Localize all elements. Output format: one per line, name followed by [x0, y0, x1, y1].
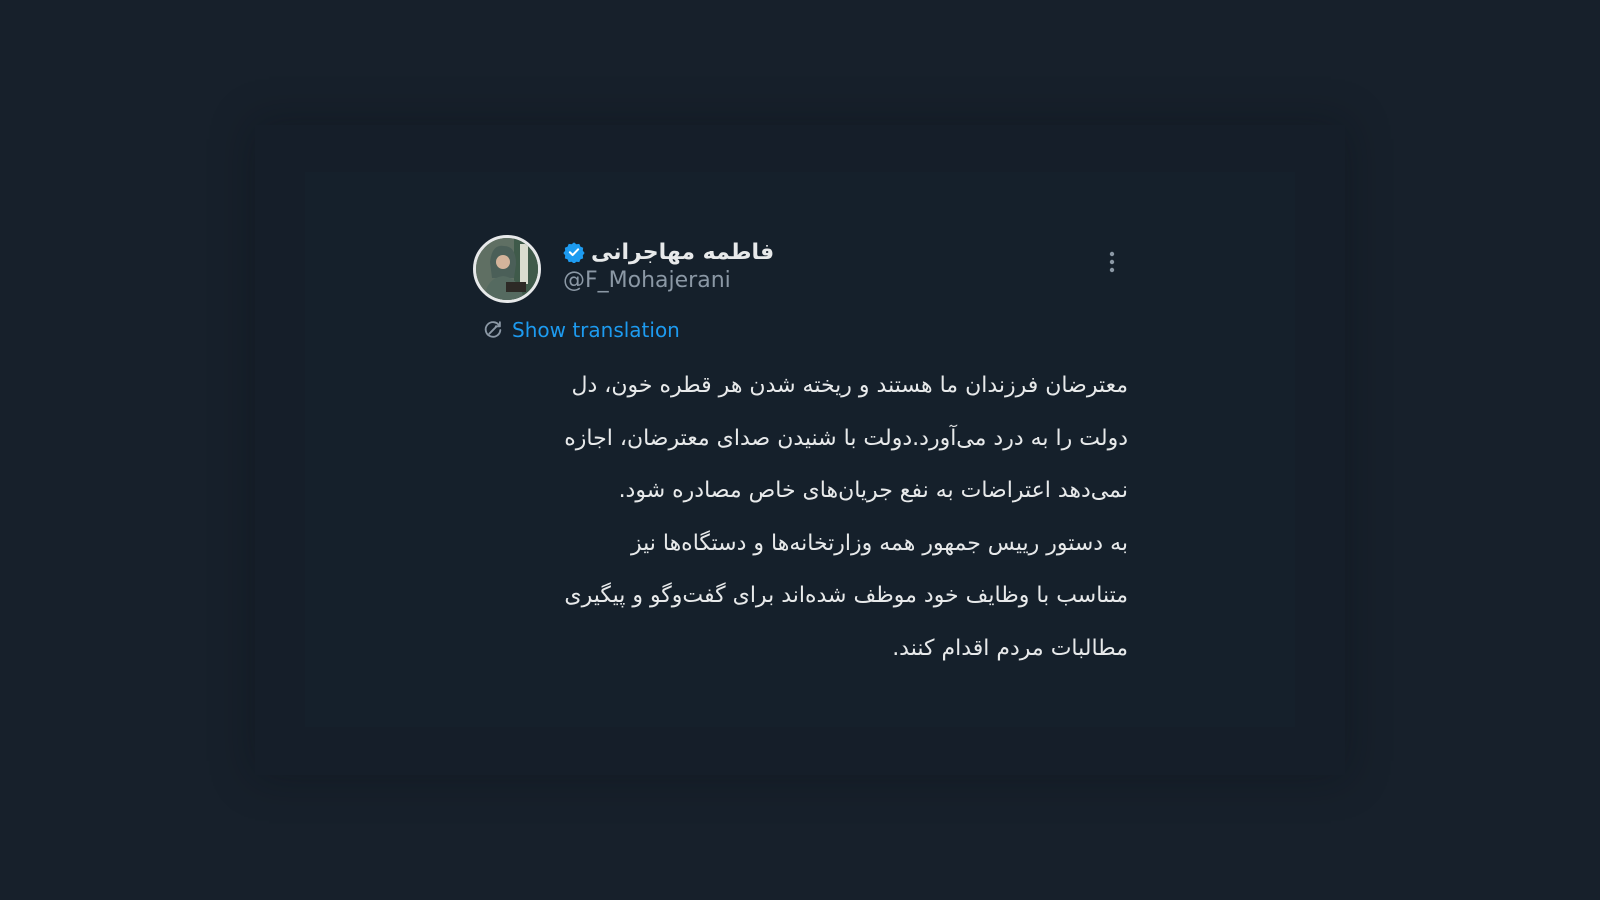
author-avatar[interactable] [473, 235, 541, 303]
more-options-button[interactable] [1100, 248, 1124, 276]
tweet-body-line: نمی‌دهد اعتراضات به نفع جریان‌های خاص مص… [618, 478, 1128, 503]
tweet-body-line: مطالبات مردم اقدام کنند. [892, 635, 1128, 661]
tweet-body: معترضان فرزندان ما هستند و ریخته شدن هر … [482, 360, 1128, 675]
author-handle[interactable]: @F_Mohajerani [563, 268, 731, 293]
show-translation-label: Show translation [512, 318, 680, 342]
tweet-body-line: دولت را به درد می‌آورد.دولت با شنیدن صدا… [564, 425, 1128, 451]
tweet-body-line: به دستور رییس جمهور همه وزارتخانه‌ها و د… [630, 530, 1128, 556]
tweet-body-line: متناسب با وظایف خود موظف شده‌اند برای گف… [564, 583, 1128, 608]
vertical-ellipsis-icon [1109, 251, 1115, 273]
avatar-photo-icon [476, 238, 538, 300]
tweet-body-line: معترضان فرزندان ما هستند و ریخته شدن هر … [571, 373, 1128, 398]
verified-badge-icon [563, 241, 585, 263]
translate-icon [484, 321, 502, 338]
author-display-name[interactable]: فاطمه مهاجرانی [591, 240, 774, 265]
author-name-row: فاطمه مهاجرانی [563, 237, 774, 267]
show-translation-link[interactable]: Show translation [482, 318, 680, 342]
screenshot-stage: فاطمه مهاجرانی @F_Mohajerani Show transl… [0, 0, 1600, 900]
